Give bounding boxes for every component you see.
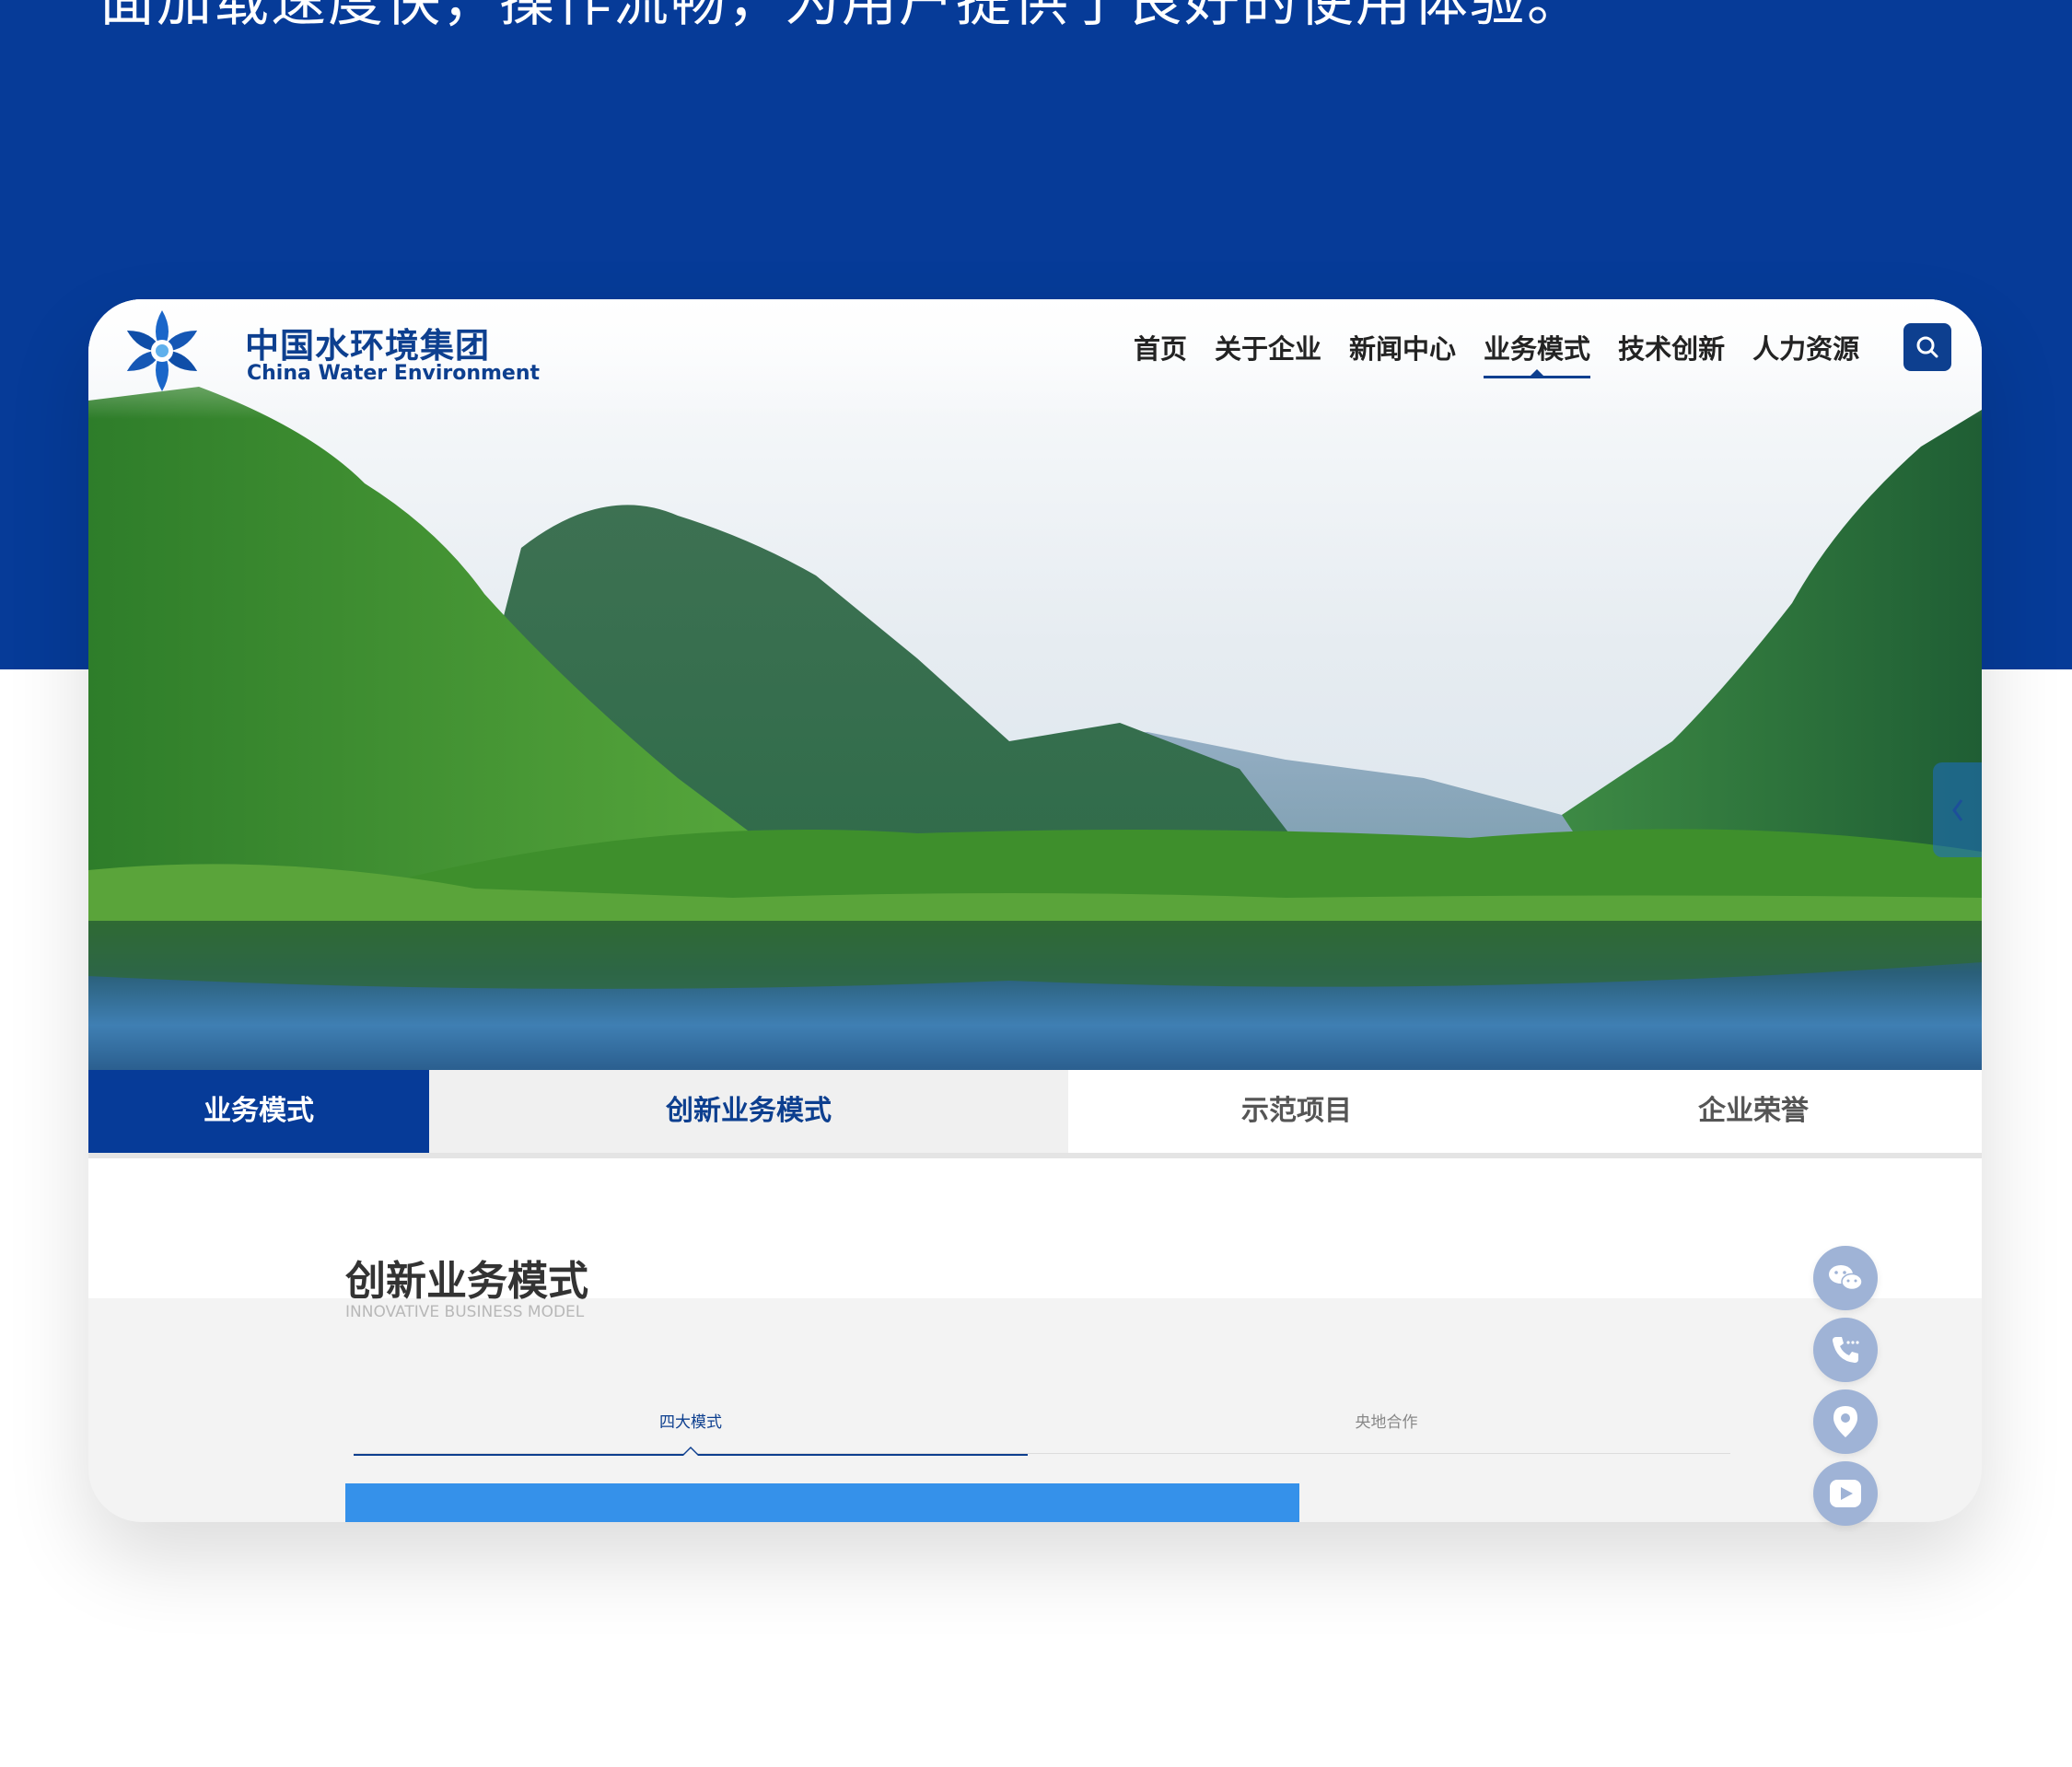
search-icon [1916,336,1938,358]
nav-item-business[interactable]: 业务模式 [1470,323,1604,378]
sub-navigation: 业务模式 创新业务模式 示范项目 企业荣誉 [88,1070,1982,1158]
main-nav: 首页 关于企业 新闻中心 业务模式 技术创新 人力资源 [1120,323,1873,378]
section-title: 创新业务模式 [345,1258,588,1305]
hero-banner: 中国水环境集团 China Water Environment 首页 关于企业 … [88,299,1982,1070]
wechat-icon [1829,1265,1863,1291]
search-button[interactable] [1903,323,1951,371]
nav-item-hr[interactable]: 人力资源 [1739,323,1873,375]
hero-prev-arrow[interactable] [1933,762,1982,857]
wechat-button[interactable] [1813,1246,1878,1310]
subnav-tab-honors[interactable]: 企业荣誉 [1525,1070,1982,1153]
logo-name-en: China Water Environment [247,362,541,385]
nav-item-tech[interactable]: 技术创新 [1604,323,1739,375]
nav-item-about[interactable]: 关于企业 [1201,323,1335,375]
tab-central-local-cooperation[interactable]: 央地合作 [1042,1404,1730,1454]
company-logo[interactable]: 中国水环境集团 China Water Environment [116,305,540,397]
nav-item-home[interactable]: 首页 [1120,323,1201,375]
landscape-image [88,299,1982,1070]
subnav-tab-projects[interactable]: 示范项目 [1068,1070,1525,1153]
location-icon [1833,1406,1857,1437]
phone-icon [1833,1337,1859,1363]
location-button[interactable] [1813,1389,1878,1454]
logo-name-cn: 中国水环境集团 [245,326,490,366]
section-subtitle: INNOVATIVE BUSINESS MODEL [345,1303,585,1321]
model-tabs: 四大模式 央地合作 [354,1404,1730,1459]
video-icon [1830,1480,1861,1507]
headline-text: 面加载速度快，操作流畅，为用户提供了良好的使用体验。 [99,0,1584,34]
water-flower-logo-icon [126,310,198,391]
tab-four-models[interactable]: 四大模式 [354,1404,1028,1456]
video-button[interactable] [1813,1461,1878,1526]
website-preview-card: 中国水环境集团 China Water Environment 首页 关于企业 … [88,299,1982,1522]
chevron-left-icon [1951,798,1962,821]
nav-item-news[interactable]: 新闻中心 [1335,323,1470,375]
content-banner [345,1483,1299,1522]
phone-button[interactable] [1813,1318,1878,1382]
subnav-section-title: 业务模式 [88,1070,440,1153]
subnav-tab-innovation[interactable]: 创新业务模式 [429,1070,1068,1153]
